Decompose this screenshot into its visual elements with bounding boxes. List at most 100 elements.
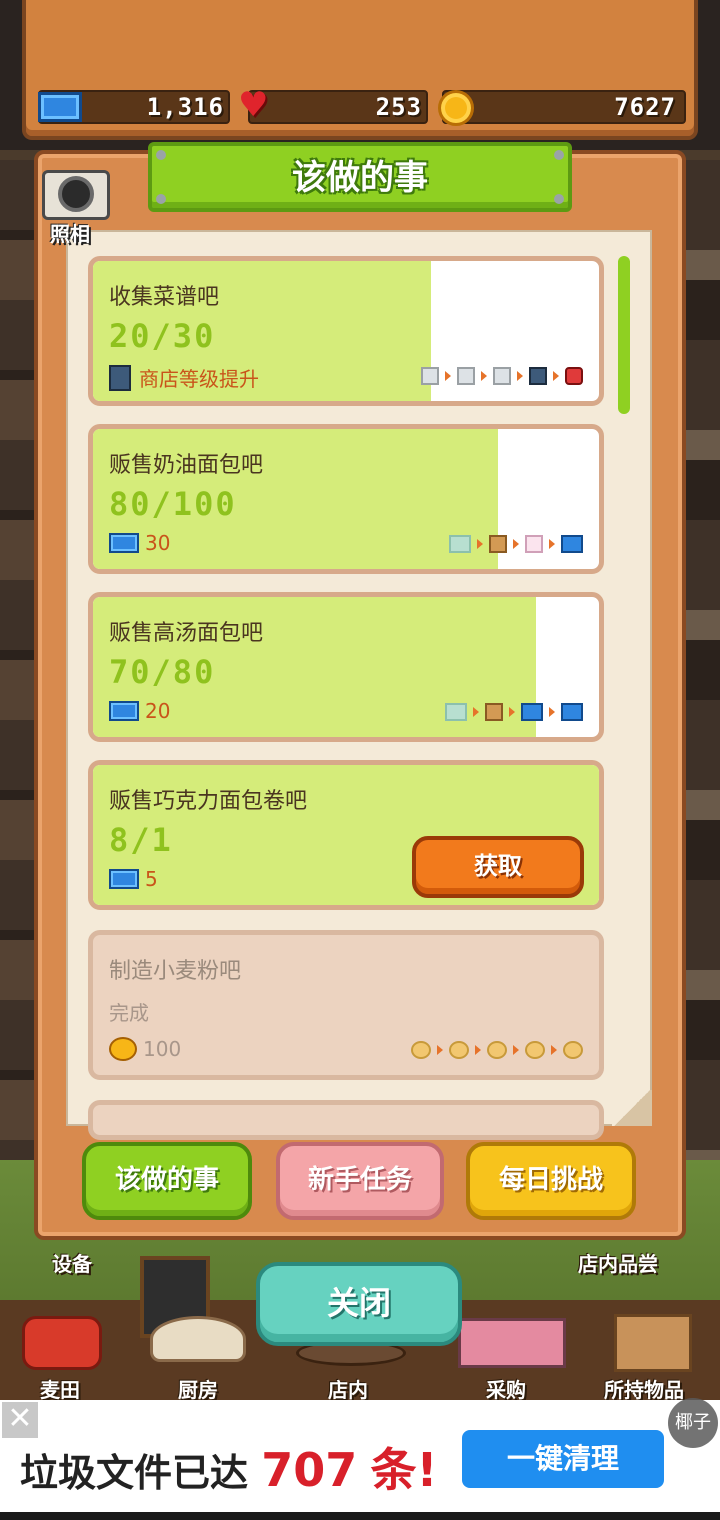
task-title: 制造小麦粉吧 <box>109 959 242 984</box>
nav-kitchen[interactable]: 厨房 <box>178 1374 218 1403</box>
camera-icon <box>58 176 94 212</box>
ticket-icon <box>561 703 583 721</box>
task-reward-text: 100 <box>143 1037 182 1061</box>
claim-reward-button[interactable]: 获取 <box>412 836 584 898</box>
arrow-icon <box>513 1045 519 1055</box>
task-stage-track <box>421 367 583 385</box>
scene-wall-right <box>684 160 720 1160</box>
ad-close-icon[interactable]: ✕ <box>2 1402 38 1438</box>
task-progress: 20/30 <box>109 317 216 355</box>
task-reward: 5 <box>109 867 158 891</box>
camera-label: 照相 <box>50 222 90 246</box>
task-progress: 8/1 <box>109 821 173 859</box>
ticket-icon <box>561 535 583 553</box>
arrow-icon <box>549 707 555 717</box>
nav-fields[interactable]: 麦田 <box>40 1374 80 1403</box>
task-stage-track <box>411 1041 583 1059</box>
ticket-icon <box>109 869 139 889</box>
close-button[interactable]: 关闭 <box>256 1262 462 1346</box>
ad-headline: 垃圾文件已达 707 条! <box>20 1434 438 1500</box>
heart-icon: ♥ <box>238 85 269 125</box>
arrow-icon <box>477 539 483 549</box>
screen-bottom-edge <box>0 1512 720 1520</box>
arrow-icon <box>475 1045 481 1055</box>
gold-nugget-icon <box>411 1041 431 1059</box>
arrow-icon <box>445 371 451 381</box>
scene-label-tasting[interactable]: 店内品尝 <box>578 1248 658 1277</box>
nav-items[interactable]: 所持物品 <box>604 1374 684 1403</box>
arrow-icon <box>437 1045 443 1055</box>
task-reward: 20 <box>109 699 170 723</box>
ad-text-prefix: 垃圾文件已达 <box>20 1451 249 1495</box>
task-status: 完成 <box>109 1001 149 1025</box>
bread-icon <box>489 535 507 553</box>
arrow-icon <box>473 707 479 717</box>
gold-nugget-icon <box>109 1037 137 1061</box>
task-reward: 100 <box>109 1037 181 1061</box>
tab-daily-challenge[interactable]: 每日挑战 <box>466 1142 636 1220</box>
paper-fold-corner <box>612 1090 652 1126</box>
task-progress: 80/100 <box>109 485 237 523</box>
hearts-count: 253 <box>375 93 422 121</box>
task-title: 贩售奶油面包吧 <box>109 453 264 478</box>
gold-nugget-icon <box>525 1041 545 1059</box>
tab-todo[interactable]: 该做的事 <box>82 1142 252 1220</box>
task-title: 收集菜谱吧 <box>109 285 220 310</box>
task-reward-text: 商店等级提升 <box>139 367 259 391</box>
task-progress: 70/80 <box>109 653 216 691</box>
task-reward-text: 30 <box>145 531 171 555</box>
tickets-count: 1,316 <box>146 93 224 121</box>
inventory-box-icon[interactable] <box>614 1314 692 1372</box>
ticket-icon <box>109 533 139 553</box>
task-reward: 商店等级提升 <box>109 363 259 392</box>
task-reward: 30 <box>109 531 170 555</box>
gold-nugget-icon <box>487 1041 507 1059</box>
task-title: 贩售高汤面包吧 <box>109 621 264 646</box>
ticket-icon <box>38 92 82 122</box>
wheat-field-icon[interactable] <box>22 1316 102 1370</box>
purchase-icon[interactable] <box>458 1318 566 1368</box>
task-stage-track <box>445 703 583 721</box>
nav-purchase[interactable]: 采购 <box>486 1374 526 1403</box>
locked-shop-icon <box>493 367 511 385</box>
task-card-next[interactable] <box>88 1100 604 1140</box>
shop-icon <box>529 367 547 385</box>
locked-shop-icon <box>421 367 439 385</box>
task-card-sell-cream-bread[interactable]: 贩售奶油面包吧 80/100 30 <box>88 424 604 574</box>
ad-brand-badge[interactable]: 椰子 <box>668 1398 718 1448</box>
shop-icon <box>109 365 131 391</box>
ticket-icon <box>521 703 543 721</box>
arrow-icon <box>517 371 523 381</box>
ticket-icon <box>445 703 467 721</box>
task-card-sell-broth-bread[interactable]: 贩售高汤面包吧 70/80 20 <box>88 592 604 742</box>
coins-count: 7627 <box>614 93 676 121</box>
arrow-icon <box>509 707 515 717</box>
ad-text-suffix: 条! <box>370 1443 438 1497</box>
gold-nugget-icon <box>563 1041 583 1059</box>
nav-shop[interactable]: 店内 <box>328 1374 368 1403</box>
task-card-make-flour[interactable]: 制造小麦粉吧 完成 100 <box>88 930 604 1080</box>
kitchen-icon[interactable] <box>150 1316 246 1362</box>
scene-label-equipment[interactable]: 设备 <box>52 1248 92 1277</box>
ad-junk-count: 707 <box>261 1443 358 1497</box>
gold-nugget-icon <box>449 1041 469 1059</box>
ticket-icon <box>449 535 471 553</box>
ad-clean-button[interactable]: 一键清理 <box>462 1430 664 1488</box>
task-reward-text: 20 <box>145 699 171 723</box>
bread-icon <box>485 703 503 721</box>
arrow-icon <box>551 1045 557 1055</box>
arrow-icon <box>481 371 487 381</box>
arrow-icon <box>513 539 519 549</box>
tab-newbie-tasks[interactable]: 新手任务 <box>276 1142 444 1220</box>
arrow-icon <box>553 371 559 381</box>
task-card-collect-recipes[interactable]: 收集菜谱吧 20/30 商店等级提升 <box>88 256 604 406</box>
dialog-title: 该做的事 <box>292 158 428 198</box>
coin-icon <box>438 90 474 126</box>
task-list-scrollbar[interactable] <box>618 256 630 414</box>
arrow-icon <box>549 539 555 549</box>
ticket-icon <box>109 701 139 721</box>
task-stage-track <box>449 535 583 553</box>
gift-icon <box>565 367 583 385</box>
locked-shop-icon <box>457 367 475 385</box>
task-reward-text: 5 <box>145 867 158 891</box>
